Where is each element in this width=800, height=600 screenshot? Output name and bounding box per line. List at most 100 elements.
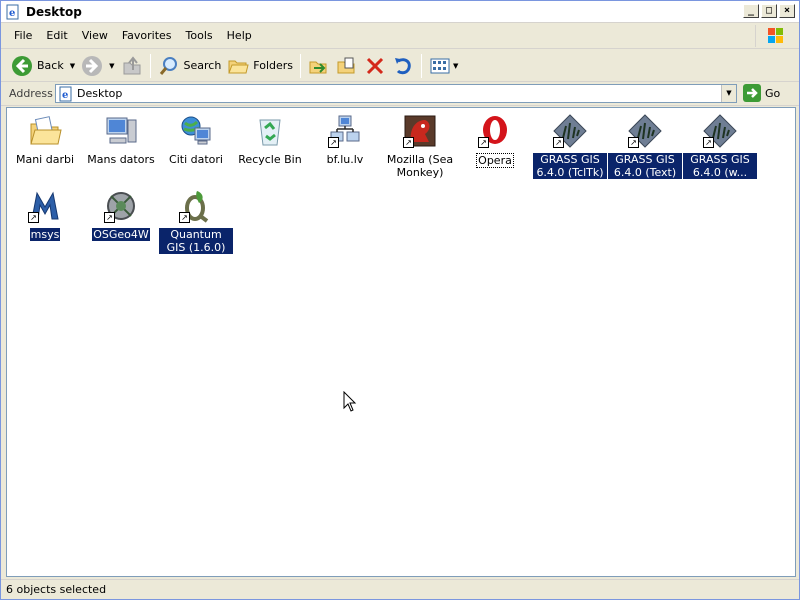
seamonkey-icon: ↗ — [403, 114, 437, 148]
chevron-down-icon[interactable]: ▼ — [70, 62, 75, 70]
views-button[interactable]: ▼ — [426, 52, 461, 80]
grass-gis-icon: ↗ — [628, 114, 662, 148]
item-label: Mans dators — [87, 153, 155, 166]
desktop-item-selected[interactable]: ↗ Quantum GIS (1.6.0) — [159, 189, 233, 254]
grass-gis-icon: ↗ — [553, 114, 587, 148]
item-label: Mozilla (Sea Monkey) — [386, 153, 454, 179]
search-label: Search — [183, 59, 222, 72]
back-label: Back — [37, 59, 64, 72]
item-label: Quantum GIS (1.6.0) — [159, 228, 233, 254]
recycle-bin-icon — [253, 114, 287, 148]
desktop-item-selected[interactable]: ↗ GRASS GIS 6.4.0 (TclTk) — [533, 114, 607, 179]
shortcut-arrow-icon: ↗ — [104, 212, 115, 223]
address-input[interactable]: e Desktop ▼ — [55, 84, 737, 103]
close-button[interactable]: × — [779, 4, 795, 18]
item-label: Mani darbi — [15, 153, 75, 166]
shortcut-arrow-icon: ↗ — [703, 137, 714, 148]
shortcut-arrow-icon: ↗ — [328, 137, 339, 148]
chevron-down-icon[interactable]: ▼ — [109, 62, 114, 70]
delete-x-icon — [366, 57, 384, 74]
item-label: GRASS GIS 6.4.0 (w... — [683, 153, 757, 179]
up-folder-icon — [123, 55, 140, 74]
shortcut-arrow-icon: ↗ — [28, 212, 39, 223]
ie-page-icon: e — [6, 4, 19, 19]
toolbar-separator — [149, 53, 151, 78]
go-arrow-icon — [743, 84, 761, 102]
item-label: GRASS GIS 6.4.0 (Text) — [608, 153, 682, 179]
status-bar: 6 objects selected — [1, 579, 799, 599]
menu-help[interactable]: Help — [220, 26, 259, 46]
undo-button[interactable] — [389, 52, 417, 80]
address-label: Address — [9, 87, 53, 100]
shortcut-arrow-icon: ↗ — [553, 137, 564, 148]
desktop-item[interactable]: Mans dators — [84, 114, 158, 166]
desktop-folder-view[interactable]: Mani darbi Mans dators Citi datori Recyc… — [6, 107, 796, 577]
title-bar[interactable]: e Desktop _ □ × — [1, 1, 799, 23]
forward-arrow-icon — [82, 55, 103, 76]
chevron-down-icon[interactable]: ▼ — [453, 62, 458, 70]
ie-page-icon: e — [59, 86, 72, 101]
item-label: OSGeo4W — [92, 228, 150, 241]
my-documents-icon — [28, 114, 62, 148]
windows-logo-icon — [755, 25, 793, 47]
shortcut-arrow-icon: ↗ — [628, 137, 639, 148]
desktop-item[interactable]: ↗ Mozilla (Sea Monkey) — [383, 114, 457, 179]
item-label: Recycle Bin — [238, 153, 302, 166]
desktop-item[interactable]: ↗ bf.lu.lv — [308, 114, 382, 166]
folders-button[interactable]: Folders — [224, 52, 296, 80]
toolbar-separator — [421, 53, 423, 78]
address-value: Desktop — [77, 87, 123, 100]
undo-icon — [395, 57, 411, 74]
mouse-cursor-icon — [343, 391, 357, 412]
shortcut-arrow-icon: ↗ — [403, 137, 414, 148]
grass-gis-icon: ↗ — [703, 114, 737, 148]
folder-icon — [228, 60, 249, 73]
move-to-button[interactable] — [305, 52, 333, 80]
copy-to-button[interactable] — [333, 52, 361, 80]
forward-button[interactable]: ▼ — [78, 52, 117, 80]
search-button[interactable]: Search — [155, 52, 225, 80]
desktop-item-selected[interactable]: ↗ GRASS GIS 6.4.0 (w... — [683, 114, 757, 179]
menu-file[interactable]: File — [7, 26, 39, 46]
back-button[interactable]: Back ▼ — [8, 52, 78, 80]
svg-text:e: e — [62, 90, 68, 101]
qgis-icon: ↗ — [179, 189, 213, 223]
go-label: Go — [765, 86, 781, 100]
desktop-item-selected[interactable]: ↗ OSGeo4W — [84, 189, 158, 241]
menu-edit[interactable]: Edit — [39, 26, 74, 46]
move-to-folder-icon — [309, 61, 327, 73]
menu-view[interactable]: View — [75, 26, 115, 46]
desktop-item[interactable]: Citi datori — [159, 114, 233, 166]
up-folder-button[interactable] — [118, 52, 146, 80]
minimize-button[interactable]: _ — [743, 4, 759, 18]
item-label: msys — [29, 228, 61, 241]
address-dropdown-button[interactable]: ▼ — [721, 85, 736, 102]
desktop-item[interactable]: Recycle Bin — [233, 114, 307, 166]
opera-icon: ↗ — [478, 114, 512, 148]
desktop-item[interactable]: Mani darbi — [8, 114, 82, 166]
views-grid-icon — [430, 58, 450, 73]
svg-text:e: e — [9, 8, 15, 19]
toolbar: Back ▼ ▼ Search Folders ▼ — [1, 50, 799, 82]
status-text: 6 objects selected — [6, 583, 107, 596]
copy-to-folder-icon — [337, 57, 355, 73]
delete-button[interactable] — [361, 52, 389, 80]
go-button[interactable]: Go — [743, 84, 780, 102]
my-computer-icon — [104, 114, 138, 148]
folders-label: Folders — [253, 59, 294, 72]
osgeo4w-icon: ↗ — [104, 189, 138, 223]
desktop-item[interactable]: ↗ Opera — [458, 114, 532, 168]
explorer-window: e Desktop _ □ × File Edit View Favorites… — [0, 0, 800, 600]
desktop-item-selected[interactable]: ↗ msys — [8, 189, 82, 241]
item-label: bf.lu.lv — [326, 153, 364, 166]
network-drive-icon: ↗ — [328, 114, 362, 148]
menu-tools[interactable]: Tools — [179, 26, 220, 46]
network-places-icon — [179, 114, 213, 148]
toolbar-separator — [300, 53, 302, 78]
window-title: Desktop — [26, 4, 82, 19]
shortcut-arrow-icon: ↗ — [478, 137, 489, 148]
menu-favorites[interactable]: Favorites — [115, 26, 179, 46]
address-bar: Address e Desktop ▼ Go — [1, 82, 799, 106]
desktop-item-selected[interactable]: ↗ GRASS GIS 6.4.0 (Text) — [608, 114, 682, 179]
maximize-button[interactable]: □ — [761, 4, 777, 18]
